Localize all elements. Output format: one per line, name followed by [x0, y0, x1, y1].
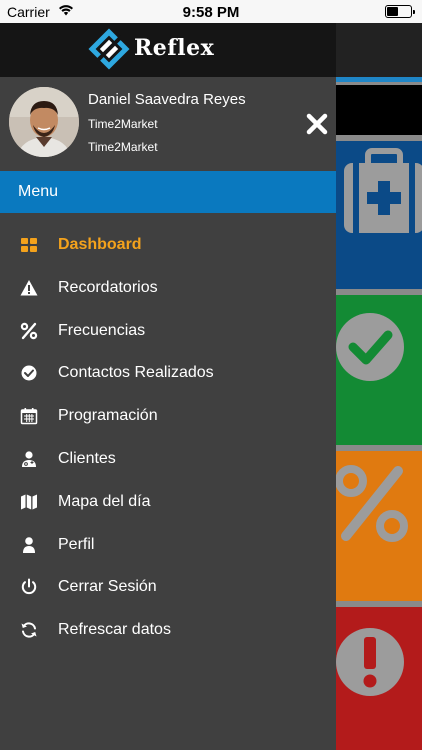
percent-tile-icon: [336, 465, 408, 542]
menu-item-label: Recordatorios: [58, 278, 158, 296]
battery-icon: [385, 5, 415, 18]
status-bar: Carrier 9:58 PM: [0, 0, 422, 23]
dashboard-top-box: [336, 85, 422, 135]
dashboard-icon: [21, 238, 37, 252]
app-screen: Carrier 9:58 PM Reflex Daniel Saavedra R…: [0, 0, 422, 750]
menu-item-label: Contactos Realizados: [58, 364, 214, 382]
menu-header: Menu: [0, 171, 336, 213]
dashboard-tile-contacts[interactable]: [336, 295, 422, 445]
menu-item-dashboard[interactable]: Dashboard: [0, 225, 336, 268]
status-time: 9:58 PM: [182, 4, 240, 21]
menu-item-label: Dashboard: [58, 236, 142, 253]
user-name: Daniel Saavedra Reyes: [88, 91, 246, 108]
avatar[interactable]: [9, 87, 79, 157]
user-subtitle: Time2Market: [88, 140, 158, 154]
dashboard-tile-frequencies[interactable]: [336, 451, 422, 601]
menu-item-label: Perfil: [58, 535, 95, 553]
menu-item-clientes[interactable]: Clientes: [0, 439, 336, 482]
side-drawer: Reflex Daniel Saavedra Reyes Time2Market…: [0, 23, 336, 750]
alert-circle-icon: [336, 628, 404, 696]
brand-name: Reflex: [134, 35, 215, 61]
menu-item-label: Refrescar datos: [58, 621, 171, 639]
warning-icon: [20, 279, 38, 296]
menu-item-perfil[interactable]: Perfil: [0, 525, 336, 568]
map-icon: [21, 494, 37, 510]
menu-item-frecuencias[interactable]: Frecuencias: [0, 311, 336, 354]
user-company: Time2Market: [88, 117, 158, 131]
check-circle-icon: [21, 365, 37, 381]
menu-item-cerrar-sesion[interactable]: Cerrar Sesión: [0, 567, 336, 610]
user-icon: [23, 536, 35, 553]
menu-item-label: Mapa del día: [58, 492, 151, 510]
menu-item-label: Cerrar Sesión: [58, 578, 157, 596]
menu-item-contactos-realizados[interactable]: Contactos Realizados: [0, 353, 336, 396]
dashboard-tile-reminders[interactable]: [336, 607, 422, 750]
reflex-logo-icon: [88, 28, 130, 70]
menu-item-label: Programación: [58, 407, 158, 425]
menu-item-label: Clientes: [58, 449, 116, 467]
drawer-header: Reflex: [0, 23, 336, 77]
menu-item-refrescar-datos[interactable]: Refrescar datos: [0, 610, 336, 653]
refresh-icon: [21, 622, 37, 638]
menu-item-recordatorios[interactable]: Recordatorios: [0, 268, 336, 311]
medkit-icon: [344, 148, 422, 233]
check-circle-tile-icon: [336, 313, 404, 381]
calendar-icon: [20, 408, 38, 425]
menu-title: Menu: [18, 183, 59, 200]
avatar-photo: [9, 87, 79, 157]
user-md-icon: [22, 451, 36, 467]
percent-icon: [20, 322, 38, 339]
dashboard-accent-strip: [336, 77, 422, 82]
menu-item-label: Frecuencias: [58, 321, 146, 339]
close-drawer-button[interactable]: [304, 111, 330, 137]
menu-list: Dashboard Recordatorios Frecuencias Cont…: [0, 225, 336, 653]
menu-item-programacion[interactable]: Programación: [0, 396, 336, 439]
power-icon: [21, 578, 37, 595]
menu-item-mapa-del-dia[interactable]: Mapa del día: [0, 482, 336, 525]
user-profile: Daniel Saavedra Reyes Time2Market Time2M…: [0, 77, 336, 171]
dashboard-tile-medical[interactable]: [336, 141, 422, 289]
